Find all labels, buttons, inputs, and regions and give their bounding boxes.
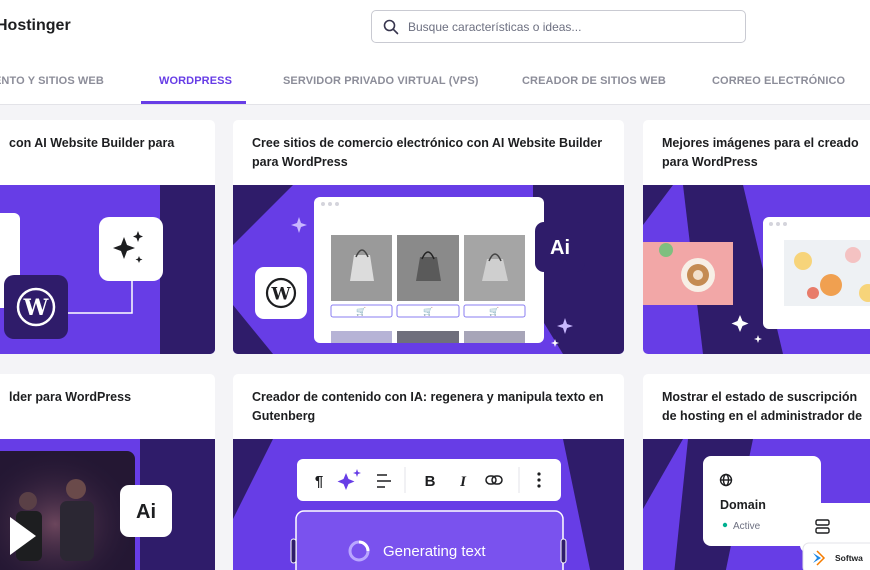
top-bar: Hostinger <box>0 0 870 58</box>
tab-email[interactable]: CORREO ELECTRÓNICO <box>712 75 845 87</box>
card-title: lder para WordPress <box>9 390 132 404</box>
card-illustration: W <box>0 185 215 354</box>
domain-status: Active <box>733 521 761 532</box>
card-title: Cree sitios de comercio electrónico con … <box>252 136 603 169</box>
software-label: Softwa <box>835 553 863 563</box>
svg-text:W: W <box>23 295 49 321</box>
tutorial-card[interactable]: con AI Website Builder para W <box>0 120 215 354</box>
category-tabs: ENTO Y SITIOS WEB WORDPRESS SERVIDOR PRI… <box>0 58 870 105</box>
card-illustration: 🛒 🛒 🛒 W Ai <box>233 185 624 354</box>
domain-label: Domain <box>720 498 766 512</box>
tutorial-card[interactable]: lder para WordPress Ai <box>0 374 215 570</box>
active-tab-indicator <box>141 101 246 104</box>
product-images <box>331 235 525 301</box>
italic-icon: I <box>459 474 467 490</box>
tutorial-card[interactable]: Mostrar el estado de suscripción de host… <box>643 374 870 570</box>
tab-wordpress[interactable]: WORDPRESS <box>159 75 232 87</box>
search-icon <box>383 19 399 35</box>
tutorial-card[interactable]: Creador de contenido con IA: regenera y … <box>233 374 624 570</box>
tutorial-card[interactable]: Cree sitios de comercio electrónico con … <box>233 120 624 354</box>
card-illustration: ¶ B I Generating text <box>233 439 624 570</box>
card-title: con AI Website Builder para <box>9 136 175 150</box>
paragraph-icon: ¶ <box>315 473 323 490</box>
ai-badge-label: Ai <box>136 501 156 523</box>
svg-text:🛒: 🛒 <box>489 306 499 316</box>
tab-alojamiento[interactable]: ENTO Y SITIOS WEB <box>0 75 104 87</box>
search-box[interactable] <box>371 10 746 43</box>
search-input[interactable] <box>408 11 738 42</box>
bold-icon: B <box>425 473 436 490</box>
tutorial-card[interactable]: Mejores imágenes para el creado para Wor… <box>643 120 870 354</box>
card-illustration <box>643 185 870 354</box>
tab-website-builder[interactable]: CREADOR DE SITIOS WEB <box>522 75 666 87</box>
svg-text:W: W <box>270 285 291 305</box>
generating-block <box>295 510 564 570</box>
status-dot <box>722 522 728 528</box>
card-title: Mostrar el estado de suscripción de host… <box>662 390 863 423</box>
brand-name[interactable]: Hostinger <box>0 17 71 35</box>
ai-badge-label: Ai <box>550 237 570 259</box>
svg-text:🛒: 🛒 <box>423 306 433 316</box>
card-illustration: Ai <box>0 439 215 570</box>
tab-vps[interactable]: SERVIDOR PRIVADO VIRTUAL (VPS) <box>283 75 479 87</box>
svg-text:🛒: 🛒 <box>356 306 366 316</box>
more-options-icon <box>537 472 541 488</box>
generating-text: Generating text <box>383 543 486 560</box>
card-title: Mejores imágenes para el creado para Wor… <box>662 136 859 169</box>
card-title: Creador de contenido con IA: regenera y … <box>252 390 604 423</box>
card-illustration: Domain Active Softwa <box>643 439 870 570</box>
